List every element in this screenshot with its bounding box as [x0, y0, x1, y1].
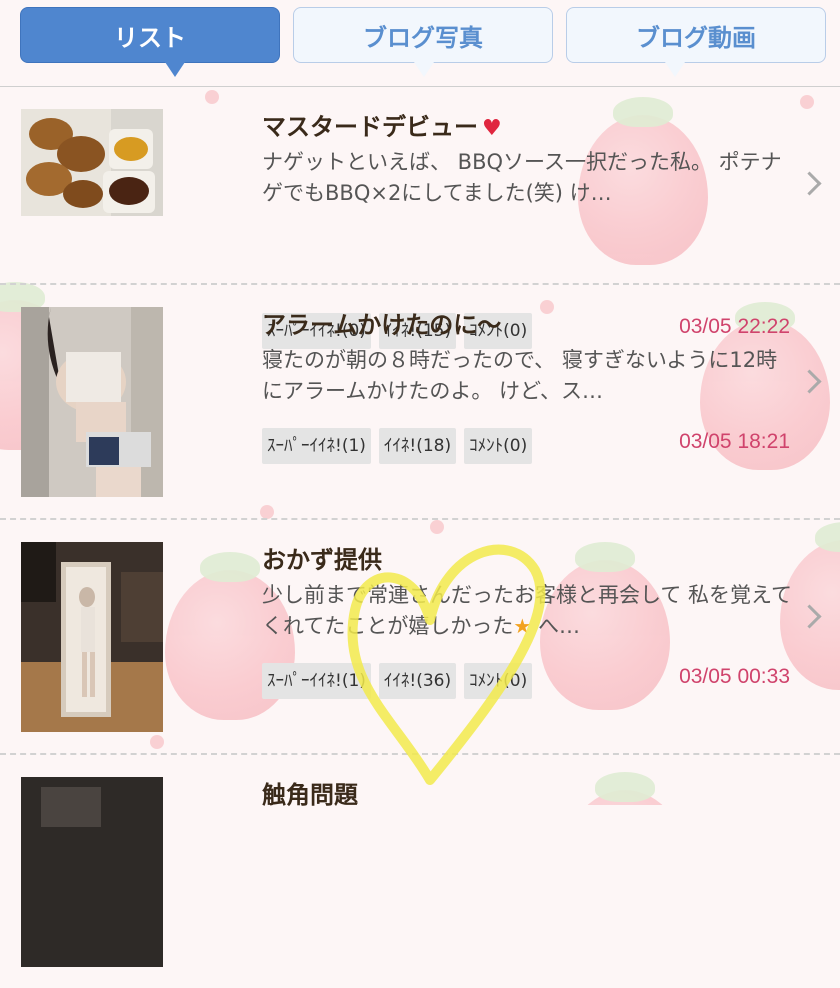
chevron-right-icon [797, 171, 822, 196]
tab-pointer [414, 62, 434, 77]
post-badges: ｽｰﾊﾟｰｲｲﾈ!(1) ｲｲﾈ!(18) ｺﾒﾝﾄ(0) [262, 428, 533, 464]
tab-pointer [165, 62, 185, 77]
post-thumbnail [21, 109, 163, 216]
post-excerpt: 寝たのが朝の８時だったので、 寝すぎないように12時にアラームかけたのよ。 けど… [262, 348, 778, 403]
post-date: 03/05 00:33 [679, 665, 790, 688]
like-count: ｲｲﾈ!(36) [378, 663, 457, 699]
post-title-text: マスタードデビュー [262, 113, 478, 141]
post-thumbnail [21, 777, 163, 967]
tab-list[interactable]: リスト [20, 7, 280, 77]
post-excerpt: 少し前まで常連さんだったお客様と再会して 私を覚えてくれてたことが嬉しかった★ … [262, 580, 792, 642]
tab-list-label: リスト [114, 23, 186, 52]
super-like-count: ｽｰﾊﾟｰｲｲﾈ!(1) [262, 428, 371, 464]
tab-pointer [665, 62, 685, 77]
tab-blog-photos-label: ブログ写真 [363, 23, 483, 52]
post-title: おかず提供 [262, 546, 382, 574]
post-excerpt-tail: へ… [531, 614, 580, 638]
blog-post-item[interactable]: アラームかけたのに～ 寝たのが朝の８時だったので、 寝すぎないように12時にアラ… [0, 285, 840, 520]
heart-icon: ♥ [482, 116, 502, 141]
chevron-right-icon [797, 604, 822, 629]
comment-count: ｺﾒﾝﾄ(0) [464, 428, 533, 464]
blog-post-list: マスタードデビュー ♥ ナゲットといえば、 BBQソース一択だった私。 ポテナゲで… [0, 87, 840, 988]
blog-post-item[interactable]: マスタードデビュー ♥ ナゲットといえば、 BBQソース一択だった私。 ポテナゲで… [0, 87, 840, 349]
post-thumbnail [21, 307, 163, 497]
super-like-count: ｽｰﾊﾟｰｲｲﾈ!(1) [262, 663, 371, 699]
blog-post-item[interactable]: 触角問題 [0, 755, 840, 988]
like-count: ｲｲﾈ!(18) [378, 428, 457, 464]
post-title: マスタードデビュー ♥ [262, 107, 502, 142]
tab-bar: リスト ブログ写真 ブログ動画 [0, 0, 840, 87]
tab-blog-photos[interactable]: ブログ写真 [293, 7, 553, 77]
star-icon: ★ [513, 614, 532, 638]
post-title: アラームかけたのに～ [262, 311, 502, 339]
post-excerpt: ナゲットといえば、 BBQソース一択だった私。 ポテナゲでもBBQ×2にしてまし… [262, 150, 782, 205]
post-date: 03/05 18:21 [679, 430, 790, 453]
tab-blog-videos[interactable]: ブログ動画 [566, 7, 826, 77]
chevron-right-icon [797, 369, 822, 394]
blog-post-item[interactable]: おかず提供 少し前まで常連さんだったお客様と再会して 私を覚えてくれてたことが嬉… [0, 520, 840, 755]
comment-count: ｺﾒﾝﾄ(0) [464, 663, 533, 699]
post-badges: ｽｰﾊﾟｰｲｲﾈ!(1) ｲｲﾈ!(36) ｺﾒﾝﾄ(0) [262, 663, 533, 699]
post-thumbnail [21, 542, 163, 732]
tab-blog-videos-label: ブログ動画 [636, 23, 756, 52]
